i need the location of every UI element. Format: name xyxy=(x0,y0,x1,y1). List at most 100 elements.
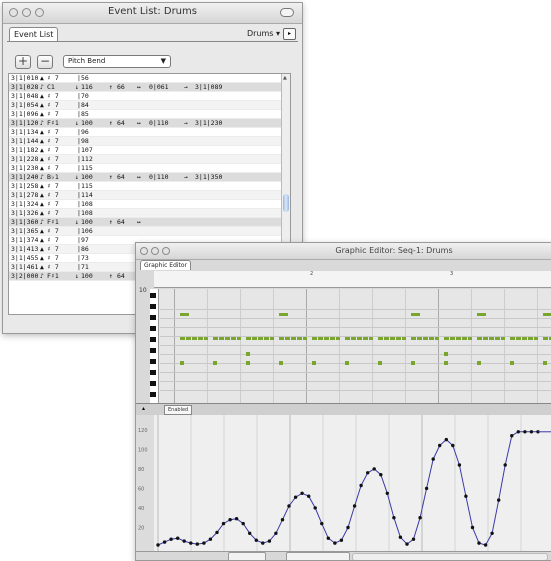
note-event[interactable] xyxy=(444,352,448,356)
event-filter-select[interactable]: Pitch Bend ▼ xyxy=(63,55,171,68)
note-event[interactable] xyxy=(543,361,547,365)
pitch-bend-point[interactable] xyxy=(366,471,370,475)
pitch-bend-point[interactable] xyxy=(477,541,481,545)
pitch-bend-point[interactable] xyxy=(162,540,167,544)
pitch-bend-point[interactable] xyxy=(464,494,468,498)
pitch-bend-point[interactable] xyxy=(333,541,337,545)
drum-key[interactable] xyxy=(150,326,156,331)
note-event[interactable] xyxy=(411,361,415,365)
table-row[interactable]: ▲ | 3|1|096 ♯ 7 85 xyxy=(9,110,290,119)
drum-key[interactable] xyxy=(150,315,156,320)
table-row[interactable]: ▲ | 3|1|054 ♯ 7 84 xyxy=(9,101,290,110)
table-row[interactable]: ♪ ↓ ↑ ↔ → 3|1|240 B♭1 100 64 0|110 3|1|350 xyxy=(9,173,290,182)
pitch-bend-point[interactable] xyxy=(516,430,520,434)
table-row[interactable]: ▲ | 3|1|182 ♯ 7 107 xyxy=(9,146,290,155)
remove-event-button[interactable]: − xyxy=(37,55,53,69)
pitch-bend-point[interactable] xyxy=(339,538,344,542)
table-row[interactable]: ▲ | 3|1|228 ♯ 7 112 xyxy=(9,155,290,164)
ruler[interactable]: 2 3 xyxy=(154,271,551,288)
pitch-bend-point[interactable] xyxy=(503,463,507,467)
note-event[interactable] xyxy=(279,361,283,365)
pitch-bend-point[interactable] xyxy=(424,486,429,491)
drum-key[interactable] xyxy=(150,370,156,375)
note-event[interactable] xyxy=(246,361,250,365)
table-row[interactable]: ▲ | 3|1|010 ♯ 7 56 xyxy=(9,74,290,83)
horizontal-scrollbar[interactable] xyxy=(352,553,548,560)
note-event[interactable] xyxy=(543,337,551,340)
note-event[interactable] xyxy=(477,337,505,340)
note-event[interactable] xyxy=(279,337,307,340)
note-event[interactable] xyxy=(180,313,189,316)
pitch-bend-point[interactable] xyxy=(228,518,232,522)
pitch-bend-point[interactable] xyxy=(241,521,245,526)
pitch-bend-point[interactable] xyxy=(169,537,173,541)
note-event[interactable] xyxy=(510,361,514,365)
pitch-bend-point[interactable] xyxy=(182,539,186,543)
note-event[interactable] xyxy=(213,361,217,365)
drum-key[interactable] xyxy=(150,381,156,386)
zoom-selector[interactable] xyxy=(286,552,350,560)
drum-key[interactable] xyxy=(150,337,156,342)
pitch-bend-point[interactable] xyxy=(274,531,278,535)
note-event[interactable] xyxy=(246,352,250,356)
table-row[interactable]: ▲ | 3|1|326 ♯ 7 108 xyxy=(9,209,290,218)
pitch-bend-point[interactable] xyxy=(346,525,350,530)
pitch-bend-point[interactable] xyxy=(379,473,383,477)
note-event[interactable] xyxy=(180,337,208,340)
pitch-bend-point[interactable] xyxy=(234,517,239,521)
pitch-bend-point[interactable] xyxy=(313,506,317,510)
note-event[interactable] xyxy=(378,361,382,365)
pitch-bend-point[interactable] xyxy=(385,491,389,495)
table-row[interactable]: ▲ | 3|1|324 ♯ 7 108 xyxy=(9,200,290,209)
pitch-bend-point[interactable] xyxy=(392,516,396,520)
minimize-icon[interactable] xyxy=(151,247,159,255)
note-event[interactable] xyxy=(213,337,241,340)
pitch-bend-point[interactable] xyxy=(497,498,501,502)
pitch-bend-point[interactable] xyxy=(490,531,494,535)
pitch-bend-point[interactable] xyxy=(523,430,527,434)
note-event[interactable] xyxy=(543,313,551,316)
pitch-bend-point[interactable] xyxy=(300,491,304,495)
pitch-bend-point[interactable] xyxy=(189,541,193,545)
pitch-bend-point[interactable] xyxy=(254,538,258,542)
note-event[interactable] xyxy=(345,337,373,340)
drum-key[interactable] xyxy=(150,392,156,397)
zoom-icon[interactable] xyxy=(162,247,170,255)
pitch-bend-point[interactable] xyxy=(510,434,514,438)
track-next-button[interactable]: ▸ xyxy=(283,28,296,40)
event-list-titlebar[interactable]: Event List: Drums xyxy=(3,3,302,24)
table-row[interactable]: ♪ ↓ ↑ ↔ → 3|1|028 C1 116 66 0|061 3|1|089 xyxy=(9,83,290,92)
pitch-bend-point[interactable] xyxy=(215,530,219,535)
table-row[interactable]: ▲ | 3|1|230 ♯ 7 115 xyxy=(9,164,290,173)
table-row[interactable]: ▲ | 3|1|134 ♯ 7 96 xyxy=(9,128,290,137)
pitch-bend-point[interactable] xyxy=(431,457,435,461)
pitch-bend-point[interactable] xyxy=(398,535,403,539)
note-event[interactable] xyxy=(246,337,274,340)
pitch-bend-point[interactable] xyxy=(287,504,291,508)
track-dropdown[interactable]: Drums ▾ xyxy=(247,29,280,38)
table-row[interactable]: ▲ | 3|1|278 ♯ 7 114 xyxy=(9,191,290,200)
tab-graphic-editor[interactable]: Graphic Editor xyxy=(140,260,192,270)
enabled-checkbox[interactable]: Enabled xyxy=(164,405,193,415)
note-event[interactable] xyxy=(510,337,538,340)
controller-lane[interactable]: 120 100 80 60 40 20 xyxy=(136,415,551,551)
note-event[interactable] xyxy=(444,361,448,365)
drum-key[interactable] xyxy=(150,304,156,309)
pitch-bend-point[interactable] xyxy=(483,543,488,547)
scroll-up-arrow-icon[interactable]: ▲ xyxy=(283,75,287,81)
note-event[interactable] xyxy=(411,313,420,316)
pitch-bend-point[interactable] xyxy=(405,542,409,546)
tab-event-list[interactable]: Event List xyxy=(9,27,59,41)
add-event-button[interactable]: + xyxy=(15,55,31,69)
pitch-bend-point[interactable] xyxy=(470,525,475,530)
note-event[interactable] xyxy=(279,313,288,316)
pitch-bend-point[interactable] xyxy=(359,483,363,488)
note-event[interactable] xyxy=(312,361,316,365)
note-event[interactable] xyxy=(312,337,340,340)
pitch-bend-point[interactable] xyxy=(320,521,324,526)
drum-key[interactable] xyxy=(150,348,156,353)
pitch-bend-point[interactable] xyxy=(457,463,462,467)
pitch-bend-point[interactable] xyxy=(352,504,357,508)
drum-key[interactable] xyxy=(150,359,156,364)
pitch-bend-point[interactable] xyxy=(261,541,265,545)
